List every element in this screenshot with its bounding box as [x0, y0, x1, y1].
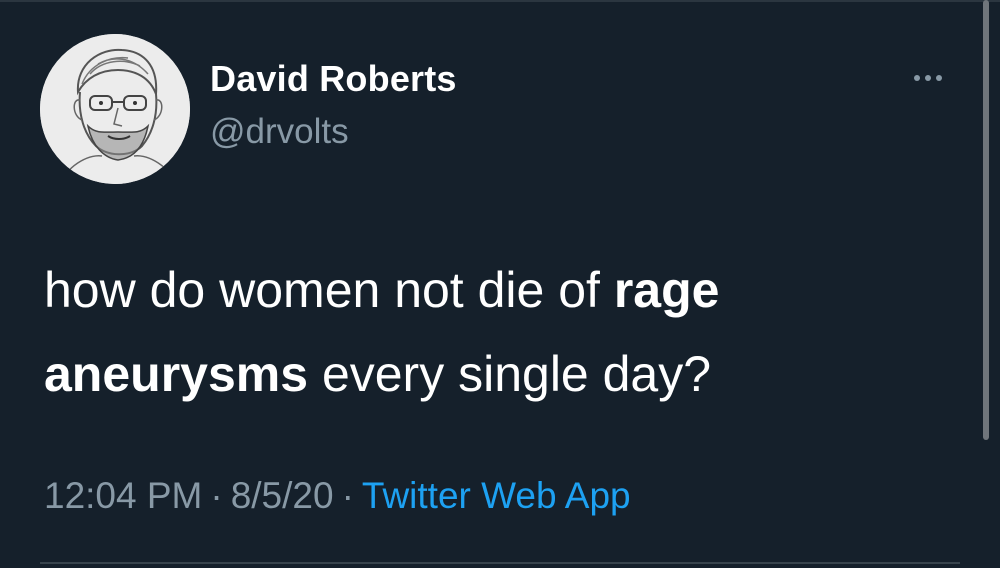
meta-separator: ·: [210, 475, 223, 516]
author-handle[interactable]: @drvolts: [210, 112, 349, 152]
tweet-text-part2: every single day?: [308, 346, 712, 402]
bottom-divider: [40, 562, 960, 564]
tweet-text: how do women not die of rage aneurysms ev…: [44, 248, 924, 416]
tweet-source-link[interactable]: Twitter Web App: [362, 475, 631, 516]
more-options-button[interactable]: [903, 64, 953, 92]
tweet-date[interactable]: 8/5/20: [231, 475, 334, 516]
tweet-meta: 12:04 PM · 8/5/20 · Twitter Web App: [44, 475, 631, 517]
tweet-text-bold2: aneurysms: [44, 346, 309, 402]
scrollbar-thumb[interactable]: [983, 0, 989, 440]
meta-separator: ·: [341, 475, 354, 516]
tweet-time[interactable]: 12:04 PM: [44, 475, 202, 516]
author-display-name[interactable]: David Roberts: [210, 58, 457, 100]
tweet-text-bold1: rage: [613, 262, 720, 318]
sketch-portrait-icon: [40, 34, 190, 184]
tweet-text-part1: how do women not die of: [44, 262, 614, 318]
more-horizontal-icon: [914, 75, 942, 81]
top-divider: [0, 0, 1000, 2]
tweet-view: David Roberts @drvolts how do women not …: [0, 0, 1000, 568]
avatar[interactable]: [40, 34, 190, 184]
